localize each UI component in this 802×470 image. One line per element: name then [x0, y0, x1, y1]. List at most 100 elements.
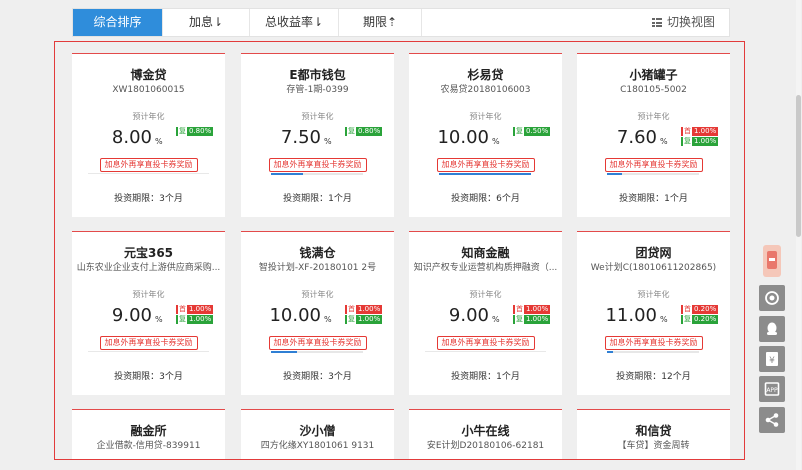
product-code: 智投计划-XF-20180101 2号: [258, 263, 377, 273]
reward-badge: 加息外再享直投卡券奖励: [436, 336, 535, 350]
bonus-badge: 复 0.80%: [176, 127, 214, 136]
product-code: 【车贷】资金周转: [617, 441, 690, 451]
reward-badge: 加息外再享直投卡券奖励: [99, 158, 198, 172]
bonus-badges: 复 0.80%: [176, 127, 214, 137]
scrollbar-thumb[interactable]: [796, 95, 801, 237]
finance-button[interactable]: ¥: [759, 346, 785, 372]
divider: [88, 351, 209, 352]
progress-bar: [271, 173, 363, 175]
product-name: E都市钱包: [289, 68, 346, 82]
rate-row: 9.00% 首 1.00% 复 1.00%: [72, 304, 225, 328]
product-code: XW1801060015: [112, 85, 185, 95]
product-card[interactable]: 沙小僧 四方化缘XY1801061 9131: [241, 409, 394, 459]
progress-bar: [271, 351, 363, 353]
product-grid: 博金贷 XW1801060015 预计年化 8.00% 复 0.80% 加息外再享直投卡券奖…: [54, 41, 745, 460]
bonus-badge: 首 1.00%: [513, 305, 551, 314]
progress-bar: [607, 173, 699, 175]
annual-rate-label: 预计年化: [301, 290, 334, 299]
annual-rate-label: 预计年化: [469, 112, 502, 121]
tab-default-sort[interactable]: 综合排序: [73, 9, 163, 36]
investment-term: 投资期限：3个月: [283, 372, 352, 382]
annual-rate-label: 预计年化: [637, 290, 670, 299]
share-button[interactable]: [759, 407, 785, 433]
product-code: 山东农业企业支付上游供应商采购...: [76, 263, 221, 273]
annual-rate-value: 10.00: [437, 127, 489, 148]
yen-icon: ¥: [766, 352, 778, 366]
product-name: 元宝365: [123, 246, 174, 260]
annual-rate-value: 7.50: [280, 127, 321, 148]
annual-rate-value: 10.00: [269, 305, 321, 326]
progress-bar: [607, 351, 699, 353]
app-download-button[interactable]: APP: [759, 376, 785, 402]
bonus-badge: 首 1.00%: [176, 305, 214, 314]
bonus-badge: 复 1.00%: [176, 315, 214, 324]
product-card[interactable]: 小猪罐子 C180105-5002 预计年化 7.60% 首 1.00% 复 1.00% 加息外…: [577, 53, 730, 217]
reward-badge: 加息外再享直投卡券奖励: [99, 336, 198, 350]
product-code: 农易贷20180106003: [440, 85, 531, 95]
rate-row: 7.50% 复 0.80%: [241, 126, 394, 150]
bonus-badges: 首 1.00% 复 1.00%: [681, 127, 719, 147]
qq-button[interactable]: [759, 316, 785, 342]
product-name: 钱满仓: [299, 246, 336, 260]
percent-sign: %: [324, 315, 332, 324]
bonus-badges: 首 1.00% 复 1.00%: [513, 305, 551, 325]
product-card[interactable]: 融金所 企业借款-信用贷-839911: [72, 409, 225, 459]
product-code: 存管-1期-0399: [286, 85, 349, 95]
investment-term: 投资期限：3个月: [114, 372, 183, 382]
tab-sort-bonus[interactable]: 加息⇂: [163, 9, 250, 36]
product-name: 杉易贷: [467, 68, 504, 82]
product-card[interactable]: 小牛在线安E计划D20180106-62181: [409, 409, 562, 459]
investment-term: 投资期限：1个月: [619, 194, 688, 204]
toggle-view-label: 切换视图: [666, 15, 715, 29]
product-code: C180105-5002: [620, 85, 687, 95]
customer-service-icon: [765, 291, 779, 305]
divider: [88, 173, 209, 174]
customer-service-button[interactable]: [759, 285, 785, 311]
reward-badge: 加息外再享直投卡券奖励: [604, 158, 703, 172]
annual-rate-label: 预计年化: [132, 112, 165, 121]
annual-rate-value: 7.60: [616, 127, 657, 148]
percent-sign: %: [660, 137, 668, 146]
percent-sign: %: [660, 315, 668, 324]
product-card[interactable]: 元宝365 山东农业企业支付上游供应商采购... 预计年化 9.00% 首 1.00% 复 1…: [72, 231, 225, 395]
product-name: 小猪罐子: [629, 68, 678, 82]
product-card[interactable]: E都市钱包 存管-1期-0399 预计年化 7.50% 复 0.80% 加息外再享直投卡券奖…: [241, 53, 394, 217]
bonus-badges: 首 1.00% 复 1.00%: [345, 305, 383, 325]
reward-badge: 加息外再享直投卡券奖励: [268, 336, 367, 350]
percent-sign: %: [492, 315, 500, 324]
bonus-badge: 首 1.00%: [681, 127, 719, 136]
product-card[interactable]: 杉易贷 农易贷20180106003 预计年化 10.00% 复 0.50% 加息外再享直投…: [409, 53, 562, 217]
product-card[interactable]: 团贷网 We计划C(18010611202865) 预计年化 11.00% 首 0.20%…: [577, 231, 730, 395]
qq-icon: [767, 322, 777, 335]
svg-text:APP: APP: [766, 387, 778, 394]
annual-rate-value: 11.00: [605, 305, 657, 326]
product-card[interactable]: 和信贷【车贷】资金周转: [577, 409, 730, 459]
product-code: 安E计划D20180106-62181: [426, 441, 545, 451]
product-name: 博金贷: [130, 68, 167, 82]
svg-text:¥: ¥: [769, 356, 775, 366]
product-card[interactable]: 知商金融 知识产权专业运营机构质押融资（... 预计年化 9.00% 首 1.00% 复 1.…: [409, 231, 562, 395]
investment-term: 投资期限：12个月: [616, 372, 691, 382]
product-card[interactable]: 钱满仓智投计划-XF-20180101 2号 预计年化 10.00% 首 1.00% 复 1…: [241, 231, 394, 395]
bonus-badges: 首 1.00% 复 1.00%: [176, 305, 214, 325]
tab-sort-term[interactable]: 期限⇡: [339, 9, 422, 36]
toggle-view-button[interactable]: 切换视图: [651, 9, 715, 36]
divider: [425, 351, 546, 352]
product-name: 和信贷: [635, 424, 672, 438]
investment-term: 投资期限：1个月: [283, 194, 352, 204]
percent-sign: %: [324, 137, 332, 146]
product-name: 小牛在线: [461, 424, 510, 438]
tab-sort-total-return[interactable]: 总收益率⇂: [250, 9, 339, 36]
annual-rate-value: 9.00: [448, 305, 489, 326]
bonus-badge: 复 1.00%: [345, 315, 383, 324]
percent-sign: %: [155, 137, 163, 146]
gift-icon[interactable]: [763, 245, 781, 277]
product-name: 团贷网: [635, 246, 672, 260]
bonus-badges: 复 0.50%: [513, 127, 551, 137]
product-card[interactable]: 博金贷 XW1801060015 预计年化 8.00% 复 0.80% 加息外再享直投卡券奖…: [72, 53, 225, 217]
app-icon: APP: [764, 382, 780, 396]
sort-bar: 综合排序 加息⇂ 总收益率⇂ 期限⇡ 切换视图: [72, 8, 730, 37]
share-icon: [765, 413, 779, 427]
rate-row: 10.00% 首 1.00% 复 1.00%: [241, 304, 394, 328]
rate-row: 8.00% 复 0.80%: [72, 126, 225, 150]
